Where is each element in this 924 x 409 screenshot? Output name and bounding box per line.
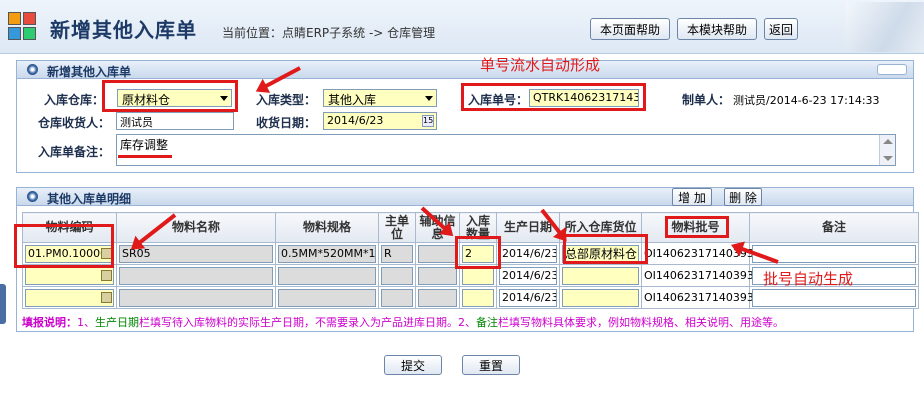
panel-bullet-icon <box>27 64 38 75</box>
annotation-batch-text: 批号自动生成 <box>763 270 854 288</box>
aux-info-cell <box>418 288 457 307</box>
panel-title: 新增其他入库单 <box>47 65 132 79</box>
warehouse-label: 入库仓库： <box>43 93 104 107</box>
handshake-banner-image <box>845 2 924 52</box>
note-head: 填报说明： <box>22 316 77 329</box>
table-row: 2014/6/23 OI140623171403932 <box>22 286 919 309</box>
aux-info-cell <box>418 244 457 263</box>
remark-textarea[interactable]: 库存调整 <box>116 134 896 166</box>
lookup-icon[interactable] <box>101 291 112 303</box>
aux-info-cell <box>418 266 457 285</box>
panel-title: 其他入库单明细 <box>47 192 132 206</box>
material-code-field[interactable] <box>25 288 114 307</box>
material-spec-cell <box>278 288 376 307</box>
material-code-field[interactable] <box>25 266 114 285</box>
quantity-field[interactable] <box>462 288 494 307</box>
material-spec-cell <box>278 266 376 285</box>
scrollbar[interactable] <box>879 135 895 165</box>
lookup-icon[interactable] <box>101 269 112 281</box>
collapse-toggle[interactable] <box>877 64 907 75</box>
calendar-icon[interactable]: 15 <box>422 115 434 127</box>
unit-cell <box>381 288 413 307</box>
batch-no-cell: OI140623171403931 <box>644 269 761 282</box>
scroll-up-icon <box>883 139 893 144</box>
note-keyword: 备注 <box>476 316 498 329</box>
fill-instructions: 填报说明：1、生产日期栏填写待入库物料的实际生产日期，不需要录入为产品进库日期。… <box>22 314 784 330</box>
column-header: 备注 <box>749 212 919 243</box>
remark-underline <box>118 155 172 158</box>
panel-bullet-icon <box>27 191 38 202</box>
annotation-box-batch-header <box>665 216 729 238</box>
receiver-label: 仓库收货人： <box>37 116 110 130</box>
annotation-box-quantity <box>455 236 501 269</box>
unit-cell <box>381 266 413 285</box>
material-name-cell <box>119 288 273 307</box>
remark-field[interactable] <box>752 288 916 307</box>
module-help-button[interactable]: 本模块帮助 <box>677 18 757 40</box>
chevron-down-icon <box>425 96 433 101</box>
type-select[interactable]: 其他入库 <box>323 89 437 107</box>
breadcrumb: 当前位置：点睛ERP子系统 -> 仓库管理 <box>222 26 436 40</box>
panel-header: 新增其他入库单 <box>17 61 913 79</box>
annotation-box-warehouse <box>102 80 238 112</box>
receiver-field[interactable]: 测试员 <box>116 112 234 130</box>
delete-row-button[interactable]: 删 除 <box>724 188 762 206</box>
location-field[interactable] <box>562 266 639 285</box>
note-text: 栏填写待入库物料的实际生产日期，不需要录入为产品进库日期。2、 <box>139 316 476 329</box>
batch-no-cell: OI140623171403932 <box>644 291 761 304</box>
production-date-field[interactable]: 2014/6/23 <box>499 244 557 263</box>
quantity-field[interactable] <box>462 266 494 285</box>
submit-button[interactable]: 提交 <box>384 355 442 375</box>
note-text: 栏填写物料具体要求，例如物料规格、相关说明、用途等。 <box>498 316 784 329</box>
location-field[interactable] <box>562 288 639 307</box>
note-text: 1、 <box>77 316 95 329</box>
material-spec-cell: 0.5MM*520MM*100M <box>278 244 376 263</box>
creator-value: 测试员/2014-6-23 17:14:33 <box>733 94 880 107</box>
column-header: 物料规格 <box>275 212 379 243</box>
remark-label: 入库单备注： <box>37 145 110 159</box>
production-date-field[interactable]: 2014/6/23 <box>499 266 557 285</box>
app-logo-icon <box>8 12 38 42</box>
annotation-box-location <box>563 234 648 264</box>
page-help-button[interactable]: 本页面帮助 <box>590 18 670 40</box>
creator-label: 制单人： <box>681 93 730 107</box>
side-collapse-handle[interactable] <box>0 284 6 324</box>
annotation-box-material-code <box>14 224 114 268</box>
unit-cell: R <box>381 244 413 263</box>
back-button[interactable]: 返回 <box>764 18 798 40</box>
receive-date-label: 收货日期： <box>255 116 316 130</box>
reset-button[interactable]: 重置 <box>462 355 520 375</box>
scroll-down-icon <box>883 156 893 161</box>
add-row-button[interactable]: 增 加 <box>672 188 712 206</box>
annotation-box-doc-no <box>461 83 646 111</box>
receive-date-field[interactable]: 2014/6/23 15 <box>323 112 437 130</box>
page-title: 新增其他入库单 <box>50 18 197 42</box>
material-name-cell <box>119 266 273 285</box>
panel-header: 其他入库单明细 <box>17 188 913 206</box>
column-header: 主单位 <box>378 212 416 243</box>
note-keyword: 生产日期 <box>95 316 139 329</box>
top-bar: 新增其他入库单 当前位置：点睛ERP子系统 -> 仓库管理 本页面帮助 本模块帮… <box>0 0 924 54</box>
annotation-doc-no-text: 单号流水自动形成 <box>480 56 601 74</box>
production-date-field[interactable]: 2014/6/23 <box>499 288 557 307</box>
